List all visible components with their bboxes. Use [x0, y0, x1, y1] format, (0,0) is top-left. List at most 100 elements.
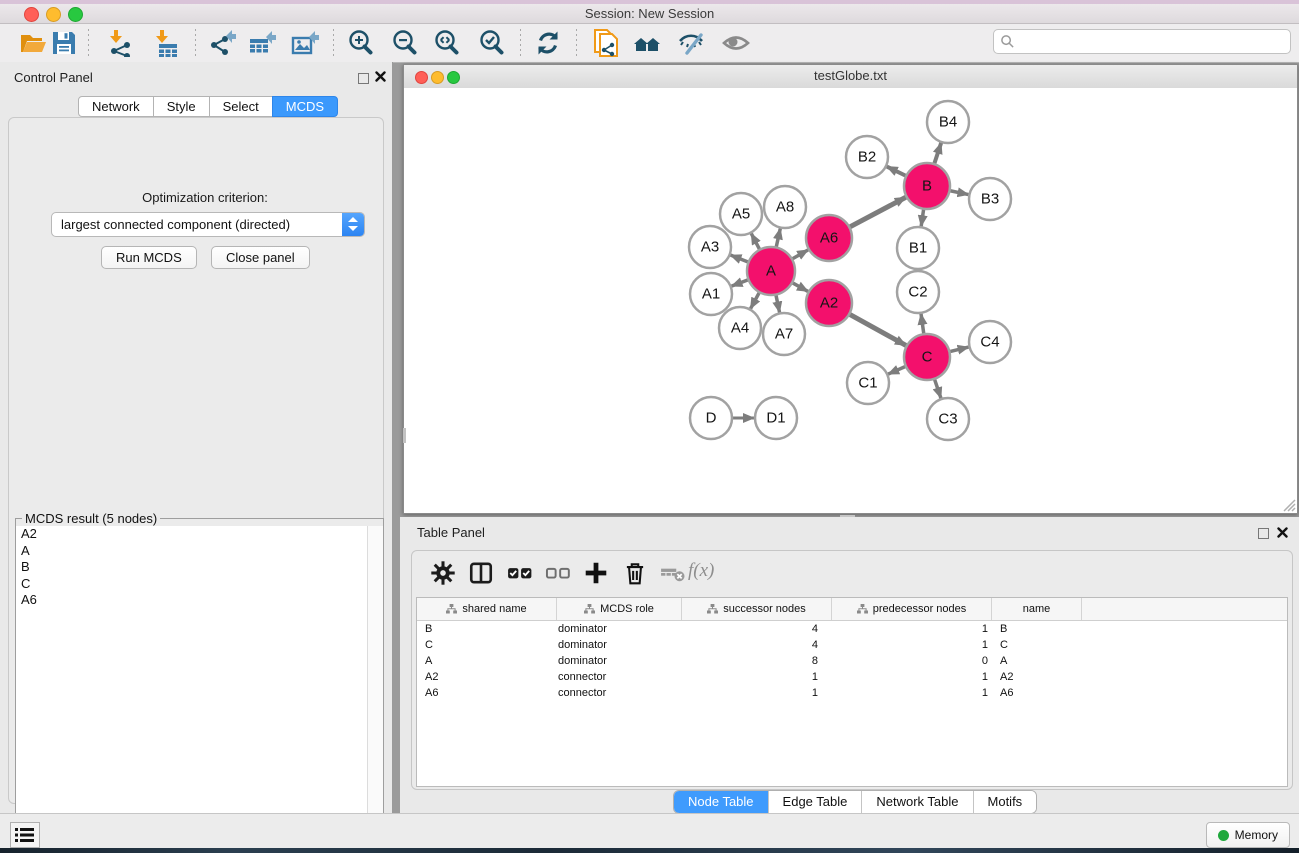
close-panel-icon[interactable] — [375, 71, 386, 82]
node-A5[interactable]: A5 — [720, 193, 762, 235]
destroy-table-icon[interactable] — [660, 560, 686, 586]
export-image-icon[interactable] — [291, 29, 319, 57]
node-A4[interactable]: A4 — [719, 307, 761, 349]
table-cell[interactable]: 0 — [832, 653, 992, 669]
show-column-icon[interactable] — [468, 560, 494, 586]
table-row[interactable]: Adominator80A — [417, 653, 1287, 669]
run-mcds-button[interactable]: Run MCDS — [101, 246, 197, 269]
close-panel-button[interactable]: Close panel — [211, 246, 310, 269]
edge-C-C1[interactable] — [888, 366, 906, 374]
node-A[interactable]: A — [747, 247, 795, 295]
edge-B-B4[interactable] — [934, 143, 941, 164]
edge-C-C2[interactable] — [921, 314, 924, 334]
node-A6[interactable]: A6 — [806, 215, 852, 261]
select-all-icon[interactable] — [507, 560, 533, 586]
column-header-predecessor-nodes[interactable]: predecessor nodes — [832, 598, 992, 620]
table-cell[interactable]: A2 — [417, 669, 557, 685]
add-icon[interactable] — [583, 560, 609, 586]
table-cell[interactable]: 1 — [832, 669, 992, 685]
edge-B-B2[interactable] — [887, 167, 906, 176]
result-item[interactable]: B — [21, 559, 367, 576]
delete-trash-icon[interactable] — [622, 560, 648, 586]
search-input[interactable] — [1018, 31, 1286, 52]
node-B2[interactable]: B2 — [846, 136, 888, 178]
table-cell[interactable]: 8 — [682, 653, 832, 669]
edge-C-C3[interactable] — [934, 379, 941, 398]
zoom-selected-icon[interactable] — [478, 29, 506, 57]
table-row[interactable]: A2connector11A2 — [417, 669, 1287, 685]
table-cell[interactable]: A — [417, 653, 557, 669]
table-cell[interactable]: connector — [557, 685, 682, 701]
zoom-fit-icon[interactable] — [433, 29, 461, 57]
table-cell[interactable]: dominator — [557, 653, 682, 669]
edge-A-A7[interactable] — [776, 295, 780, 313]
settings-gear-icon[interactable] — [430, 560, 456, 586]
table-row[interactable]: A6connector11A6 — [417, 685, 1287, 701]
table-cell[interactable]: 1 — [832, 637, 992, 653]
minimize-window-button[interactable] — [46, 7, 61, 22]
table-cell[interactable]: B — [417, 621, 557, 637]
edge-B-B1[interactable] — [921, 209, 924, 226]
edge-A-A1[interactable] — [732, 280, 749, 287]
task-history-button[interactable] — [10, 822, 40, 848]
resize-grip-icon[interactable] — [1284, 500, 1295, 511]
network-window-titlebar[interactable]: testGlobe.txt — [404, 65, 1297, 89]
table-cell[interactable]: connector — [557, 669, 682, 685]
tab-mcds[interactable]: MCDS — [272, 96, 338, 117]
table-cell[interactable]: 1 — [832, 621, 992, 637]
zoom-window-button[interactable] — [68, 7, 83, 22]
home-pages-icon[interactable] — [633, 29, 661, 57]
table-cell[interactable]: C — [992, 637, 1082, 653]
node-C4[interactable]: C4 — [969, 321, 1011, 363]
edge-B-B3[interactable] — [950, 191, 969, 195]
edge-A-A5[interactable] — [751, 233, 760, 249]
table-cell[interactable]: A — [992, 653, 1082, 669]
table-cell[interactable]: 4 — [682, 637, 832, 653]
export-table-icon[interactable] — [248, 29, 276, 57]
close-panel-icon[interactable] — [1277, 527, 1288, 538]
table-cell[interactable]: A6 — [417, 685, 557, 701]
optimization-dropdown[interactable]: largest connected component (directed) — [51, 212, 365, 237]
column-header-MCDS-role[interactable]: MCDS role — [557, 598, 682, 620]
table-cell[interactable]: 1 — [832, 685, 992, 701]
result-item[interactable]: A6 — [21, 592, 367, 609]
table-cell[interactable]: dominator — [557, 621, 682, 637]
network-scrollbar-vertical[interactable] — [403, 428, 406, 443]
node-C2[interactable]: C2 — [897, 271, 939, 313]
edge-A6-B[interactable] — [849, 197, 905, 227]
table-row[interactable]: Bdominator41B — [417, 621, 1287, 637]
edge-A-A2[interactable] — [792, 283, 808, 292]
node-B1[interactable]: B1 — [897, 227, 939, 269]
edge-A-A3[interactable] — [730, 255, 748, 262]
minimize-window-button[interactable] — [431, 71, 444, 84]
table-cell[interactable]: 1 — [682, 669, 832, 685]
tab-network[interactable]: Network — [78, 96, 154, 117]
search-field[interactable] — [993, 29, 1291, 54]
open-session-icon[interactable] — [19, 29, 47, 57]
close-window-button[interactable] — [24, 7, 39, 22]
table-cell[interactable]: A2 — [992, 669, 1082, 685]
dropdown-stepper-icon[interactable] — [342, 213, 364, 236]
node-A2[interactable]: A2 — [806, 280, 852, 326]
table-cell[interactable]: C — [417, 637, 557, 653]
result-scrollbar[interactable] — [367, 526, 383, 850]
deselect-all-icon[interactable] — [545, 560, 571, 586]
session-document-icon[interactable] — [591, 29, 619, 57]
node-B[interactable]: B — [904, 163, 950, 209]
table-row[interactable]: Cdominator41C — [417, 637, 1287, 653]
node-A3[interactable]: A3 — [689, 226, 731, 268]
tab-motifs[interactable]: Motifs — [973, 791, 1037, 813]
zoom-out-icon[interactable] — [391, 29, 419, 57]
tab-select[interactable]: Select — [209, 96, 273, 117]
float-panel-icon[interactable] — [1258, 526, 1269, 544]
column-header-shared-name[interactable]: shared name — [417, 598, 557, 620]
export-network-icon[interactable] — [208, 29, 236, 57]
mcds-result-list[interactable]: A2ABCA6 — [16, 526, 367, 850]
node-A1[interactable]: A1 — [690, 273, 732, 315]
zoom-in-icon[interactable] — [347, 29, 375, 57]
tab-edge-table[interactable]: Edge Table — [768, 791, 862, 813]
close-window-button[interactable] — [415, 71, 428, 84]
node-B4[interactable]: B4 — [927, 101, 969, 143]
import-network-icon[interactable] — [106, 29, 134, 57]
table-cell[interactable]: A6 — [992, 685, 1082, 701]
